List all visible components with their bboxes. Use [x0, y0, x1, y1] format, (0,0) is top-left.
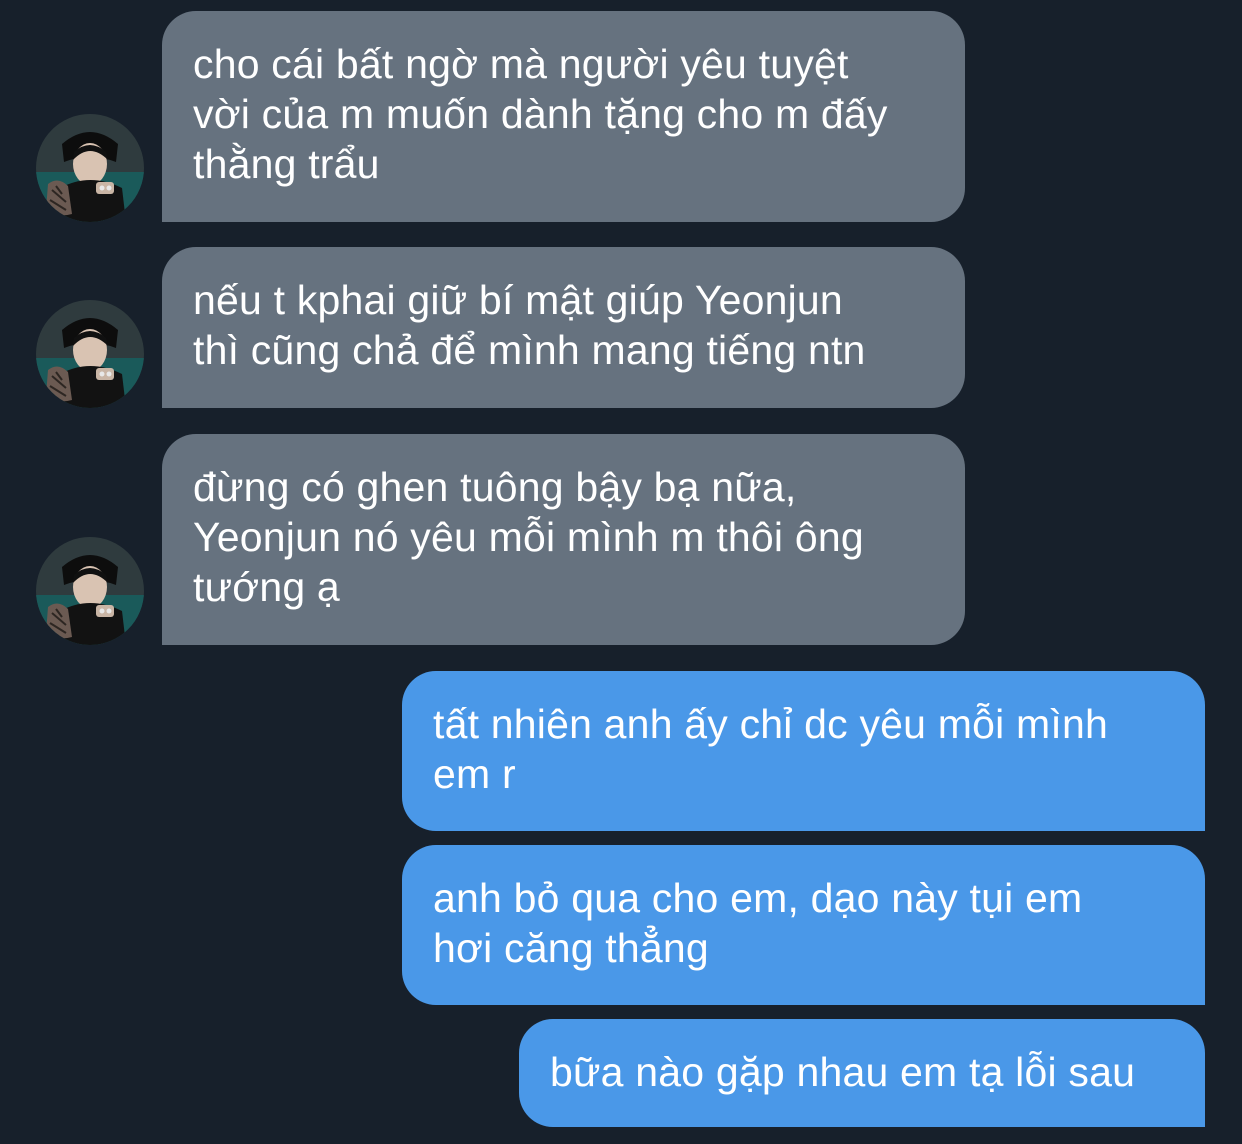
- contact-avatar-icon[interactable]: [36, 300, 144, 408]
- outgoing-message-bubble[interactable]: anh bỏ qua cho em, dạo này tụi em hơi că…: [402, 845, 1205, 1005]
- message-text-line: thằng trẩu: [193, 141, 380, 187]
- message-text-line: vời của m muốn dành tặng cho m đấy: [193, 91, 888, 137]
- message-text-line: hơi căng thẳng: [433, 925, 709, 971]
- message-text-line: tướng ạ: [193, 564, 340, 610]
- message-text-line: anh bỏ qua cho em, dạo này tụi em: [433, 875, 1083, 921]
- incoming-message-bubble[interactable]: cho cái bất ngờ mà người yêu tuyệt vời c…: [162, 11, 965, 222]
- message-text-line: thì cũng chả để mình mang tiếng ntn: [193, 327, 866, 373]
- message-text-line: nếu t kphai giữ bí mật giúp Yeonjun: [193, 277, 843, 323]
- message-text-line: Yeonjun nó yêu mỗi mình m thôi ông: [193, 514, 864, 560]
- outgoing-message-bubble[interactable]: bữa nào gặp nhau em tạ lỗi sau: [519, 1019, 1205, 1127]
- incoming-message-bubble[interactable]: nếu t kphai giữ bí mật giúp Yeonjun thì …: [162, 247, 965, 408]
- contact-avatar-icon[interactable]: [36, 114, 144, 222]
- message-text-line: cho cái bất ngờ mà người yêu tuyệt: [193, 41, 849, 87]
- message-text-line: tất nhiên anh ấy chỉ dc yêu mỗi mình: [433, 701, 1108, 747]
- incoming-message-bubble[interactable]: đừng có ghen tuông bậy bạ nữa, Yeonjun n…: [162, 434, 965, 645]
- outgoing-message-bubble[interactable]: tất nhiên anh ấy chỉ dc yêu mỗi mình em …: [402, 671, 1205, 831]
- message-text-line: bữa nào gặp nhau em tạ lỗi sau: [550, 1049, 1136, 1095]
- message-text-line: đừng có ghen tuông bậy bạ nữa,: [193, 464, 797, 510]
- message-text-line: em r: [433, 751, 516, 797]
- contact-avatar-icon[interactable]: [36, 537, 144, 645]
